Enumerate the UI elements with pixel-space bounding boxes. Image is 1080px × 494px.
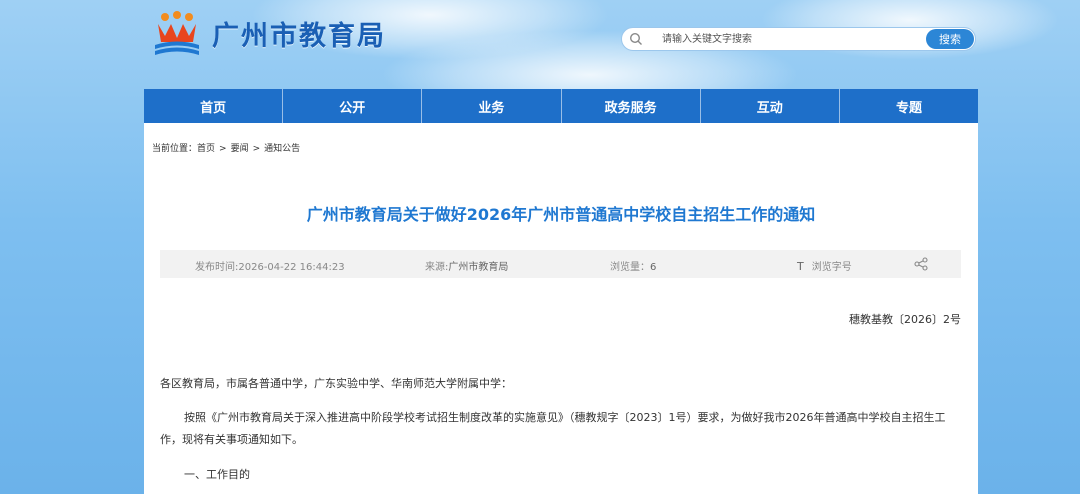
article-title: 广州市教育局关于做好2026年广州市普通高中学校自主招生工作的通知: [306, 205, 816, 224]
nav-item-home[interactable]: 首页: [144, 89, 284, 123]
article-source: 来源:广州市教育局: [425, 258, 508, 273]
article-paragraph: 各区教育局，市属各普通中学，广东实验中学、华南师范大学附属中学：: [160, 377, 512, 390]
font-size-icon: T: [797, 260, 804, 273]
breadcrumb-separator: >: [252, 144, 261, 154]
search-bar: 搜索: [621, 27, 976, 51]
nav-item-interaction[interactable]: 互动: [701, 89, 840, 123]
breadcrumb-prefix: 当前位置：: [152, 144, 198, 154]
article-meta-bar: 发布时间:2026-04-22 16:44:23 来源:广州市教育局 浏览量：6…: [160, 250, 961, 278]
breadcrumb-home[interactable]: 首页: [197, 144, 215, 154]
nav-item-government-services[interactable]: 政务服务: [562, 89, 701, 123]
breadcrumb-separator: >: [219, 144, 227, 154]
views-label: 浏览量：: [610, 262, 650, 273]
article-paragraph: 按照《广州市教育局关于深入推进高中阶段学校考试招生制度改革的实施意见》（穗教规字…: [160, 411, 946, 446]
search-input[interactable]: [662, 30, 912, 48]
font-size-toggle[interactable]: T 浏览字号: [797, 258, 852, 273]
document-number: 穗教基教〔2026〕2号: [849, 313, 961, 326]
share-icon[interactable]: [914, 257, 928, 271]
site-logo[interactable]: 广州市教育局: [152, 10, 386, 56]
education-bureau-emblem-icon: [155, 11, 199, 55]
publish-time: 发布时间:2026-04-22 16:44:23: [195, 262, 345, 273]
nav-item-topics[interactable]: 专题: [840, 89, 978, 123]
source-value: 广州市教育局: [448, 262, 509, 273]
article-container: 当前位置：首页 > 要闻 > 通知公告 广州市教育局关于做好2026年广州市普通高中学校…: [144, 123, 978, 494]
font-size-label: 浏览字号: [811, 262, 852, 273]
search-icon: [629, 32, 642, 45]
site-name: 广州市教育局: [212, 20, 386, 52]
nav-item-public[interactable]: 公开: [283, 89, 423, 123]
main-nav: 首页 公开 业务 政务服务 互动 专题: [144, 89, 978, 123]
search-button[interactable]: 搜索: [926, 29, 974, 49]
breadcrumb-notices[interactable]: 通知公告: [264, 144, 300, 154]
breadcrumb: 当前位置：首页 > 要闻 > 通知公告: [152, 141, 300, 154]
article-section-heading: 一、工作目的: [184, 468, 250, 481]
views-value: 6: [650, 262, 657, 273]
view-count: 浏览量：6: [610, 258, 656, 273]
breadcrumb-news[interactable]: 要闻: [231, 144, 249, 154]
nav-item-business[interactable]: 业务: [422, 89, 562, 123]
source-label: 来源:: [425, 262, 449, 273]
